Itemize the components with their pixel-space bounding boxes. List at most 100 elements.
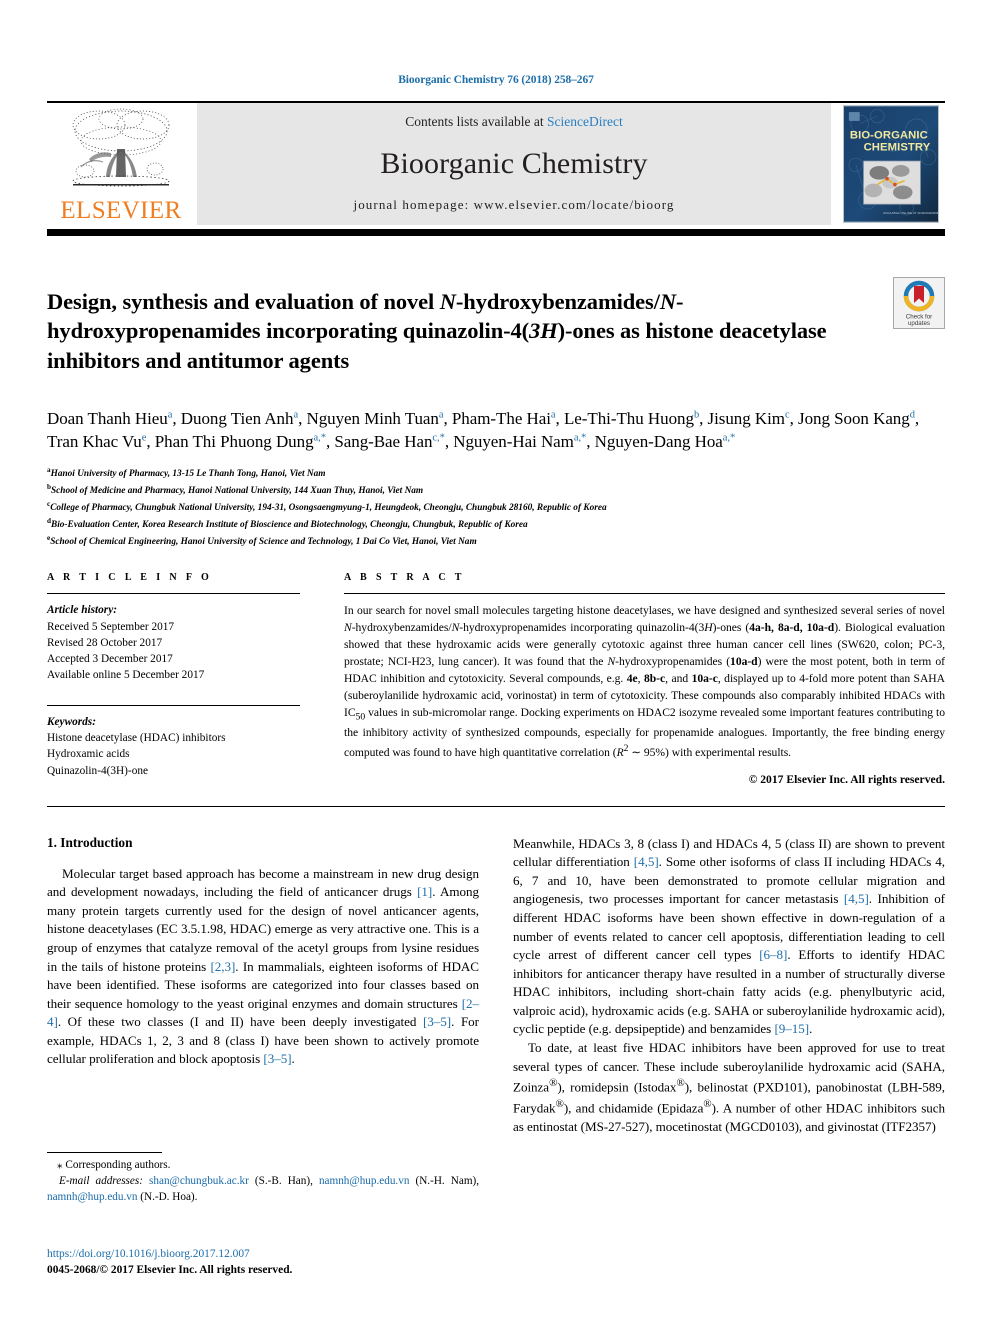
author-separator: ,	[172, 408, 181, 428]
page-title: Design, synthesis and evaluation of nove…	[47, 287, 893, 375]
author: Le-Thi-Thu Huongb	[563, 408, 700, 428]
author: Nguyen-Hai Nama,*	[453, 432, 587, 452]
title-italic-3h: 3H	[529, 318, 558, 344]
history-item: Received 5 September 2017	[47, 620, 175, 633]
author: Nguyen-Dang Hoaa,*	[594, 432, 736, 452]
keywords: Keywords: Histone deacetylase (HDAC) inh…	[47, 706, 300, 779]
author-separator: ,	[699, 408, 708, 428]
author: Pham-The Haia	[451, 408, 556, 428]
svg-text:AVAILABLE ONLINE AT SCIENCEDIR: AVAILABLE ONLINE AT SCIENCEDIRECT	[883, 211, 939, 215]
email-owner-2: (N.-H. Nam),	[415, 1174, 480, 1187]
journal-homepage-link[interactable]: journal homepage: www.elsevier.com/locat…	[353, 197, 674, 213]
title-italic-n1: N	[439, 289, 456, 315]
contents-available-line: Contents lists available at ScienceDirec…	[405, 114, 622, 130]
article-info-column: A R T I C L E I N F O Article history: R…	[47, 572, 300, 785]
abstract-text: In our search for novel small molecules …	[344, 604, 945, 759]
elsevier-wordmark: ELSEVIER	[60, 197, 182, 224]
author-separator: ,	[146, 432, 155, 452]
author: Jong Soon Kangd	[798, 408, 915, 428]
check-for-updates-icon[interactable]: Check for updates	[893, 277, 945, 329]
article-history: Article history: Received 5 September 20…	[47, 594, 300, 683]
journal-masthead: ELSEVIER Contents lists available at Sci…	[47, 101, 945, 225]
keyword-item: Hydroxamic acids	[47, 748, 130, 761]
affiliation-marker: c	[47, 500, 51, 509]
contents-prefix: Contents lists available at	[405, 114, 547, 129]
email-link-1[interactable]: shan@chungbuk.ac.kr	[149, 1175, 249, 1187]
author: Tran Khac Vue	[47, 432, 147, 452]
affiliation-item: eSchool of Chemical Engineering, Hanoi U…	[47, 534, 477, 548]
sciencedirect-link[interactable]: ScienceDirect	[547, 114, 623, 129]
author: Nguyen Minh Tuana	[306, 408, 444, 428]
history-item: Accepted 3 December 2017	[47, 652, 173, 665]
affiliation-item: cCollege of Pharmacy, Chungbuk National …	[47, 500, 607, 514]
author-separator: ,	[789, 408, 799, 428]
history-item: Revised 28 October 2017	[47, 636, 163, 649]
article-info-heading: A R T I C L E I N F O	[47, 572, 213, 584]
email-label: E-mail addresses:	[59, 1174, 143, 1187]
author-affiliation-marker: c,*	[432, 432, 445, 444]
article-history-label: Article history:	[47, 604, 117, 617]
abstract-column: A B S T R A C T In our search for novel …	[344, 572, 945, 786]
svg-text:CHEMISTRY: CHEMISTRY	[864, 141, 931, 153]
affiliation-marker: d	[47, 517, 51, 526]
author-separator: ,	[586, 432, 595, 452]
email-addresses-note: E-mail addresses: shan@chungbuk.ac.kr (S…	[47, 1174, 479, 1206]
keywords-block: Keywords: Histone deacetylase (HDAC) inh…	[47, 705, 300, 779]
affiliation-marker: b	[47, 482, 51, 491]
doi-link[interactable]: https://doi.org/10.1016/j.bioorg.2017.12…	[47, 1247, 547, 1263]
author-separator: ,	[444, 432, 454, 452]
email-link-3[interactable]: namnh@hup.edu.vn	[47, 1191, 137, 1203]
affiliation-marker: a	[47, 465, 51, 474]
keyword-item: Quinazolin-4(3H)-one	[47, 764, 149, 777]
journal-article-page: Bioorganic Chemistry 76 (2018) 258–267 E…	[0, 0, 992, 1323]
svg-text:BIO-ORGANIC: BIO-ORGANIC	[850, 130, 928, 142]
abstract-heading: A B S T R A C T	[344, 572, 465, 584]
corresponding-author-note: ⁎ Corresponding authors.	[47, 1158, 479, 1174]
keyword-item: Histone deacetylase (HDAC) inhibitors	[47, 732, 226, 745]
elsevier-logo: ELSEVIER	[47, 103, 195, 225]
paragraph: Meanwhile, HDACs 3, 8 (class I) and HDAC…	[513, 835, 945, 1037]
author-affiliation-marker: a,*	[722, 432, 736, 444]
paragraph: Molecular target based approach has beco…	[47, 865, 479, 1067]
author: Sang-Bae Hanc,*	[334, 432, 445, 452]
title-seg-1: Design, synthesis and evaluation of nove…	[47, 289, 440, 315]
body-column-right: Meanwhile, HDACs 3, 8 (class I) and HDAC…	[513, 835, 945, 1137]
crossmark-badge[interactable]: Check for updates	[893, 277, 945, 334]
author-list: Doan Thanh Hieua, Duong Tien Anha, Nguye…	[47, 407, 945, 454]
author-affiliation-marker: a,*	[573, 432, 587, 444]
author: Duong Tien Anha	[180, 408, 299, 428]
affiliation-item: bSchool of Medicine and Pharmacy, Hanoi …	[47, 482, 424, 497]
running-head: Bioorganic Chemistry 76 (2018) 258–267	[398, 74, 594, 86]
body-column-left: 1. Introduction Molecular target based a…	[47, 835, 479, 1137]
corresponding-note-text: ⁎ Corresponding authors.	[57, 1159, 171, 1171]
footnote-block: ⁎ Corresponding authors. E-mail addresse…	[47, 1152, 479, 1206]
author: Phan Thi Phuong Dunga,*	[154, 432, 326, 452]
history-item: Available online 5 December 2017	[47, 669, 205, 682]
title-italic-n2: N	[659, 289, 677, 315]
footnote-rule	[47, 1152, 162, 1153]
email-owner-1: (S.-B. Han),	[254, 1174, 313, 1187]
body-separator-rule	[47, 805, 945, 807]
affiliation-item: dBio-Evaluation Center, Korea Research I…	[47, 517, 528, 531]
journal-cover-thumbnail: BIO-ORGANIC CHEMISTRY AVAILABLE ONLINE A…	[837, 103, 945, 225]
affiliation-list: aHanoi University of Pharmacy, 13-15 Le …	[47, 465, 945, 551]
masthead-center-panel: Contents lists available at ScienceDirec…	[197, 103, 831, 225]
keywords-label: Keywords:	[47, 716, 96, 729]
author: Doan Thanh Hieua	[47, 408, 173, 428]
body-columns: 1. Introduction Molecular target based a…	[47, 835, 945, 1137]
masthead-bottom-bar	[47, 229, 945, 236]
abstract-copyright: © 2017 Elsevier Inc. All rights reserved…	[748, 772, 945, 786]
elsevier-tree-icon	[72, 108, 170, 187]
footer-doi-block: https://doi.org/10.1016/j.bioorg.2017.12…	[47, 1247, 547, 1279]
affiliation-item: aHanoi University of Pharmacy, 13-15 Le …	[47, 465, 326, 479]
paragraph: To date, at least five HDAC inhibitors h…	[513, 1040, 946, 1135]
section-heading-introduction: 1. Introduction	[47, 834, 133, 850]
title-block: Design, synthesis and evaluation of nove…	[47, 272, 945, 390]
issn-copyright: 0045-2068/© 2017 Elsevier Inc. All right…	[47, 1263, 293, 1276]
author-separator: ,	[443, 408, 452, 428]
author-affiliation-marker: a,*	[313, 432, 326, 444]
email-link-2[interactable]: namnh@hup.edu.vn	[319, 1175, 409, 1187]
author-separator: ,	[914, 408, 920, 428]
journal-title: Bioorganic Chemistry	[380, 146, 648, 180]
info-abstract-block: A R T I C L E I N F O Article history: R…	[47, 572, 945, 786]
